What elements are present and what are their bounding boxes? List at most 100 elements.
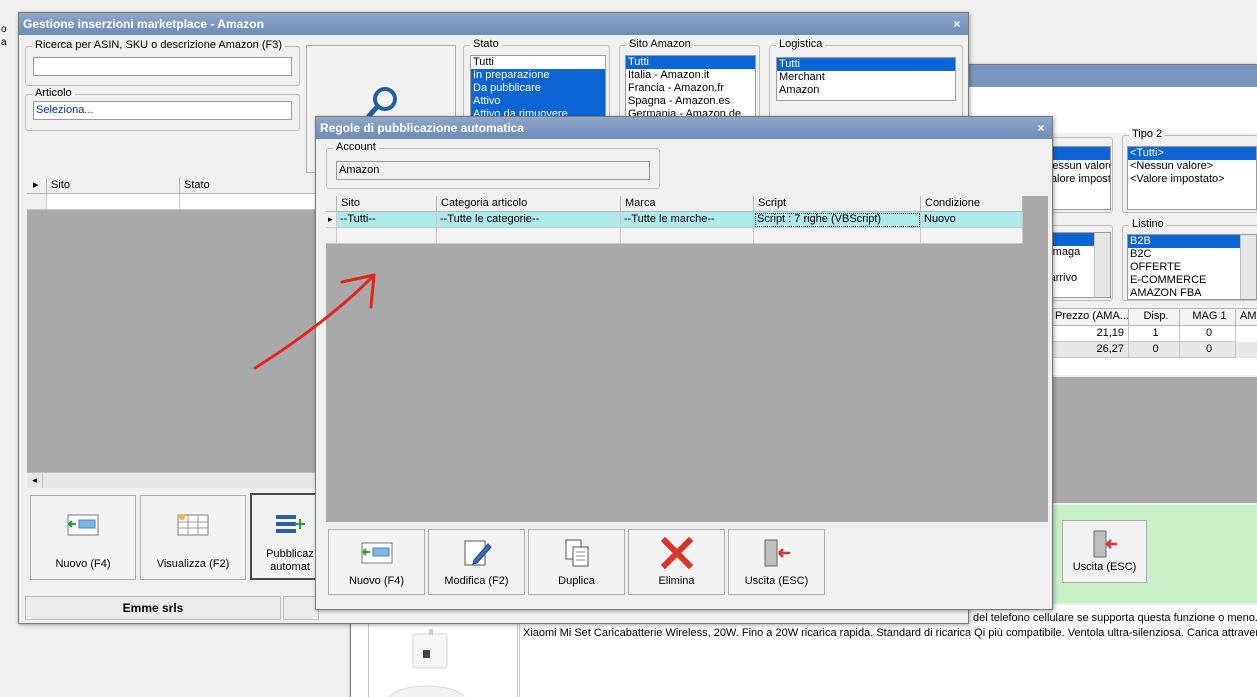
main-grid-row[interactable] xyxy=(27,194,317,210)
logistica-listbox[interactable]: Tutti Merchant Amazon xyxy=(776,57,956,101)
logistica-option[interactable]: Tutti xyxy=(777,58,955,71)
tipo2-option[interactable]: <Nessun valore> xyxy=(1128,160,1256,173)
logistica-label: Logistica xyxy=(776,38,826,50)
main-window-titlebar: Gestione inserzioni marketplace - Amazon xyxy=(19,13,968,35)
rules-grid-row-indicator xyxy=(326,196,337,211)
main-grid-row-indicator xyxy=(27,194,47,210)
listino-scrollbar[interactable] xyxy=(1240,235,1256,299)
tipo2-listbox[interactable]: <Tutti> <Nessun valore> <Valore impostat… xyxy=(1127,146,1257,210)
main-window-title: Gestione inserzioni marketplace - Amazon xyxy=(23,17,264,31)
back-table-row[interactable]: 26,27 0 0 xyxy=(1051,342,1257,358)
rules-cell-categoria: --Tutte le categorie-- xyxy=(437,212,621,228)
back-col-prezzo[interactable]: Prezzo (AMA... xyxy=(1051,309,1129,325)
magazzino-scrollbar[interactable] xyxy=(1094,233,1110,297)
sito-amazon-option[interactable]: Italia - Amazon.it xyxy=(626,69,755,82)
rules-row-indicator-icon: ▸ xyxy=(326,212,337,228)
articolo-input[interactable]: Seleziona... xyxy=(33,101,292,120)
logistica-option[interactable]: Merchant xyxy=(777,71,955,84)
logistica-option[interactable]: Amazon xyxy=(777,84,955,97)
duplicate-icon xyxy=(565,539,588,567)
back-col-am[interactable]: AM xyxy=(1236,309,1257,325)
scroll-left-arrow-icon[interactable]: ◂ xyxy=(27,473,43,488)
stato-option[interactable]: Attivo xyxy=(471,95,605,108)
tipo2-option[interactable]: <Valore impostato> xyxy=(1128,173,1256,186)
rules-duplica-label: Duplica xyxy=(558,575,595,587)
tipo2-label: Tipo 2 xyxy=(1129,128,1166,140)
rules-new-cell xyxy=(921,228,1023,244)
rules-col-categoria[interactable]: Categoria articolo xyxy=(437,196,621,211)
rules-dialog-title: Regole di pubblicazione automatica xyxy=(320,121,525,135)
rules-grid-row[interactable]: ▸ --Tutti-- --Tutte le categorie-- --Tut… xyxy=(326,212,1023,228)
rules-uscita-button[interactable]: Uscita (ESC) xyxy=(728,529,825,595)
rules-modifica-button[interactable]: Modifica (F2) xyxy=(428,529,525,595)
rules-new-cell xyxy=(621,228,754,244)
main-grid-cell xyxy=(47,194,180,210)
rules-elimina-button[interactable]: Elimina xyxy=(628,529,725,595)
listino-option[interactable]: B2B xyxy=(1128,235,1256,248)
account-field: Amazon xyxy=(336,161,650,180)
back-uscita-button[interactable]: Uscita (ESC) xyxy=(1062,520,1147,583)
rules-modifica-label: Modifica (F2) xyxy=(444,575,509,587)
status-segment xyxy=(283,596,319,620)
listino-option[interactable]: B2C xyxy=(1128,248,1256,261)
rules-new-cell xyxy=(754,228,921,244)
description-line-1: del telefono cellulare se supporta quest… xyxy=(973,612,1257,624)
rules-grid: Sito Categoria articolo Marca Script Con… xyxy=(326,196,1048,522)
rules-grid-new-row[interactable] xyxy=(326,228,1023,244)
rules-uscita-label: Uscita (ESC) xyxy=(744,575,809,587)
listino-listbox[interactable]: B2B B2C OFFERTE E-COMMERCE AMAZON FBA xyxy=(1127,234,1257,300)
rules-col-sito[interactable]: Sito xyxy=(337,196,437,211)
visualizza-button[interactable]: Visualizza (F2) xyxy=(140,495,246,580)
stato-option[interactable]: Tutti xyxy=(471,56,605,69)
main-grid-cell xyxy=(180,194,317,210)
articolo-label: Articolo xyxy=(32,87,75,99)
back-table-header: Prezzo (AMA... Disp. MAG 1 AM xyxy=(1051,309,1257,326)
magnifier-icon xyxy=(366,87,397,119)
main-grid-col-stato[interactable]: Stato xyxy=(180,178,317,193)
list-rules-icon xyxy=(276,515,305,533)
rules-col-marca[interactable]: Marca xyxy=(621,196,754,211)
search-group: Ricerca per ASIN, SKU o descrizione Amaz… xyxy=(25,39,300,86)
back-table: Prezzo (AMA... Disp. MAG 1 AM 21,19 1 0 … xyxy=(1051,308,1257,375)
stato-option[interactable]: In preparazione xyxy=(471,69,605,82)
exit-door-icon xyxy=(764,539,790,567)
tipo2-group: Tipo 2 <Tutti> <Nessun valore> <Valore i… xyxy=(1122,128,1257,213)
listino-label: Listino xyxy=(1129,218,1167,230)
main-grid-col-sito[interactable]: Sito xyxy=(47,178,180,193)
back-uscita-label: Uscita (ESC) xyxy=(1072,561,1137,573)
rules-col-script[interactable]: Script xyxy=(754,196,921,211)
rules-cell-condizione: Nuovo xyxy=(921,212,1023,228)
sito-amazon-option[interactable]: Francia - Amazon.fr xyxy=(626,82,755,95)
left-edge-text-2: a xyxy=(1,37,7,48)
exit-door-icon xyxy=(1093,530,1117,558)
back-cell-mag1: 0 xyxy=(1180,342,1236,358)
nuovo-button[interactable]: Nuovo (F4) xyxy=(30,495,136,580)
back-col-disp[interactable]: Disp. xyxy=(1129,309,1180,325)
rules-cell-sito: --Tutti-- xyxy=(337,212,437,228)
rules-cell-script: Script : 7 righe (VBScript) xyxy=(754,212,921,228)
main-window-close-icon[interactable]: × xyxy=(950,17,964,31)
sito-amazon-option[interactable]: Spagna - Amazon.es xyxy=(626,95,755,108)
back-col-mag1[interactable]: MAG 1 xyxy=(1180,309,1236,325)
listino-option[interactable]: E-COMMERCE xyxy=(1128,274,1256,287)
back-grid-empty-area xyxy=(1051,377,1257,503)
back-table-row[interactable]: 21,19 1 0 xyxy=(1051,326,1257,342)
sito-amazon-option[interactable]: Tutti xyxy=(626,56,755,69)
main-grid-hscrollbar[interactable]: ◂ xyxy=(27,472,317,488)
search-input[interactable] xyxy=(33,57,292,76)
tipo2-option[interactable]: <Tutti> xyxy=(1128,147,1256,160)
account-label: Account xyxy=(333,141,379,153)
rules-cell-marca: --Tutte le marche-- xyxy=(621,212,754,228)
left-edge-text-1: o xyxy=(1,24,7,35)
back-toolbar: Uscita (ESC) xyxy=(1051,505,1257,603)
account-group: Account Amazon xyxy=(326,141,660,189)
search-label: Ricerca per ASIN, SKU o descrizione Amaz… xyxy=(32,39,285,51)
stato-option[interactable]: Da pubblicare xyxy=(471,82,605,95)
rules-duplica-button[interactable]: Duplica xyxy=(528,529,625,595)
listino-option[interactable]: AMAZON FBA xyxy=(1128,287,1256,299)
listino-group: Listino B2B B2C OFFERTE E-COMMERCE AMAZO… xyxy=(1122,218,1257,301)
rules-col-condizione[interactable]: Condizione xyxy=(921,196,1023,211)
rules-nuovo-button[interactable]: Nuovo (F4) xyxy=(328,529,425,595)
rules-dialog-close-icon[interactable]: × xyxy=(1034,121,1048,135)
listino-option[interactable]: OFFERTE xyxy=(1128,261,1256,274)
